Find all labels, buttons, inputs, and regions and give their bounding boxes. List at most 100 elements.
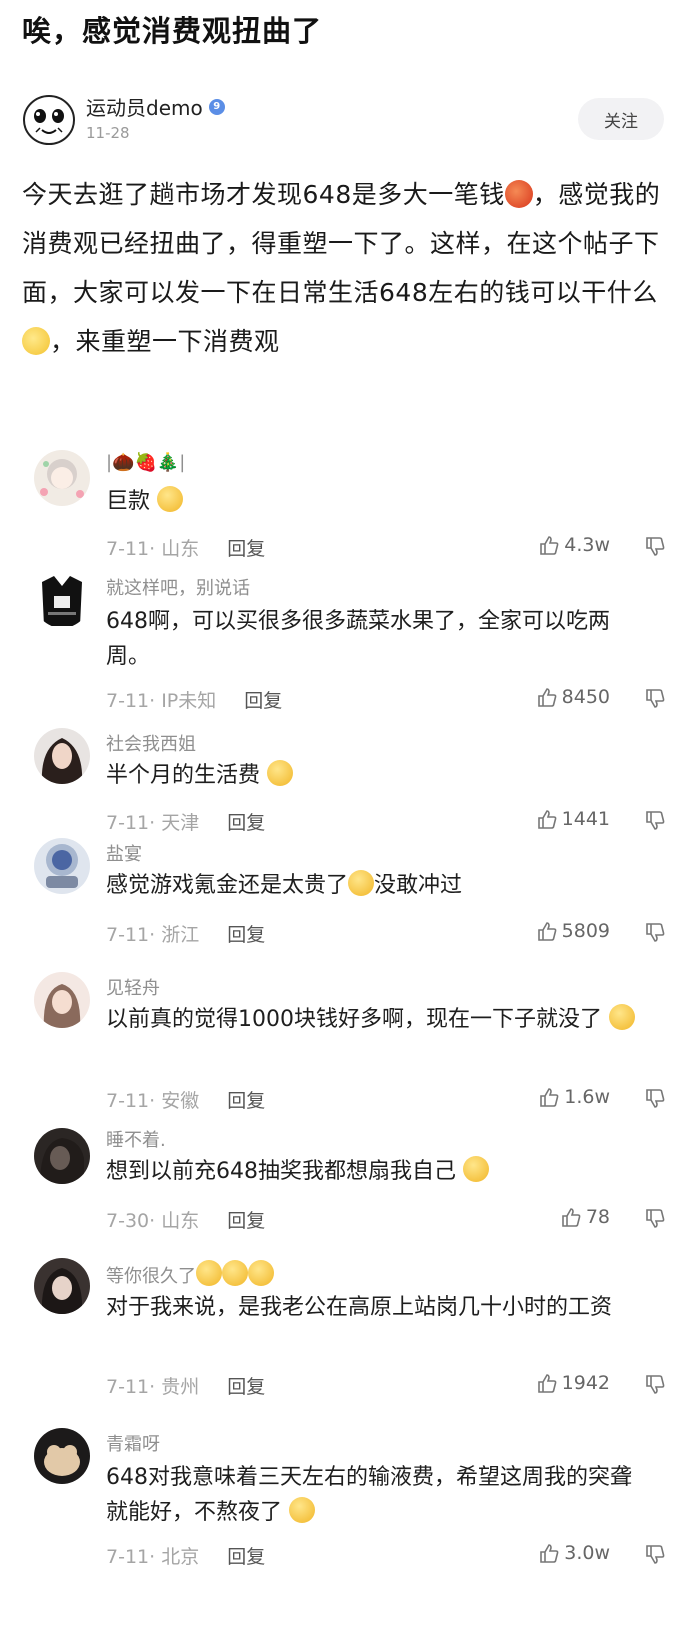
comment-meta: 7-11· 天津 回复 — [106, 808, 265, 835]
smiling-hearts-emoji-icon — [196, 1260, 222, 1286]
commenter-name[interactable]: 就这样吧，别说话 — [106, 574, 250, 600]
reply-button[interactable]: 回复 — [227, 1546, 265, 1568]
comment-date-location: 7-11· 贵州 — [106, 1376, 200, 1398]
post-body-text-1: 今天去逛了趟市场才发现648是多大一笔钱 — [22, 180, 505, 209]
commenter-name[interactable]: 青霜呀 — [106, 1430, 160, 1456]
like-button[interactable]: 1441 — [536, 808, 610, 830]
comment-text: 以前真的觉得1000块钱好多啊，现在一下子就没了 — [106, 1002, 646, 1037]
comment-date-location: 7-11· 浙江 — [106, 924, 200, 946]
thumbs-up-icon — [537, 1374, 557, 1393]
smiling-hearts-emoji-icon — [248, 1260, 274, 1286]
post-title: 唉，感觉消费观扭曲了 — [22, 14, 323, 48]
comment-meta: 7-11· 安徽 回复 — [106, 1086, 265, 1113]
like-button[interactable]: 1942 — [536, 1372, 610, 1394]
post-body: 今天去逛了趟市场才发现648是多大一笔钱 ，感觉我的消费观已经扭曲了，得重塑一下了… — [22, 170, 662, 366]
comment-meta: 7-11· 山东 回复 — [106, 534, 265, 561]
commenter-avatar[interactable] — [34, 450, 90, 506]
comment-date-location: 7-11· 北京 — [106, 1546, 200, 1568]
like-count: 1942 — [561, 1372, 610, 1394]
comment-text: 对于我来说，是我老公在高原上站岗几十小时的工资 — [106, 1290, 646, 1325]
comment-text-content: 感觉游戏氪金还是太贵了 — [106, 873, 349, 898]
comment-text: 感觉游戏氪金还是太贵了 没敢冲过 — [106, 868, 646, 903]
like-button[interactable]: 3.0w — [538, 1542, 610, 1564]
thumbs-up-icon — [540, 1088, 559, 1107]
post-body-text-3: ，来重塑一下消费观 — [50, 327, 280, 356]
reply-button[interactable]: 回复 — [227, 812, 265, 834]
commenter-name[interactable]: 见轻舟 — [106, 974, 160, 1000]
thumbs-up-icon — [562, 1208, 581, 1227]
post-date: 11-28 — [86, 124, 130, 142]
comment-meta: 7-30· 山东 回复 — [106, 1206, 265, 1233]
author-bar: 运动员demo 9 11-28 关注 — [22, 90, 672, 150]
money-eyes-emoji-icon — [348, 870, 375, 896]
commenter-name[interactable]: 社会我西姐 — [106, 730, 196, 756]
like-count: 4.3w — [564, 534, 610, 556]
comment-text: 648啊，可以买很多很多蔬菜水果了，全家可以吃两周。 — [106, 604, 646, 674]
comment-text-content: 对于我来说，是我老公在高原上站岗几十小时的工资 — [106, 1295, 613, 1320]
like-count: 5809 — [561, 920, 610, 942]
commenter-avatar[interactable] — [34, 1128, 90, 1184]
comment-text-content: 巨款 — [106, 489, 151, 514]
reply-button[interactable]: 回复 — [244, 690, 282, 712]
like-button[interactable]: 78 — [560, 1206, 610, 1228]
follow-button[interactable]: 关注 — [578, 98, 664, 140]
commenter-name[interactable]: 盐宴 — [106, 840, 142, 866]
thumbs-down-icon[interactable] — [644, 688, 666, 710]
comment-date-location: 7-11· 山东 — [106, 538, 200, 560]
like-button[interactable]: 5809 — [536, 920, 610, 942]
thumbs-down-icon[interactable] — [644, 536, 666, 558]
reply-button[interactable]: 回复 — [227, 538, 265, 560]
comment-meta: 7-11· 浙江 回复 — [106, 920, 265, 947]
reply-button[interactable]: 回复 — [227, 1090, 265, 1112]
thumbs-down-icon[interactable] — [644, 1088, 666, 1110]
comment-meta: 7-11· 北京 回复 — [106, 1542, 265, 1569]
comment-text: 648对我意味着三天左右的输液费，希望这周我的突聋就能好，不熬夜了 — [106, 1460, 646, 1530]
like-count: 8450 — [561, 686, 610, 708]
like-count: 1.6w — [564, 1086, 610, 1108]
author-name[interactable]: 运动员demo — [86, 92, 203, 121]
comment-date-location: 7-30· 山东 — [106, 1210, 200, 1232]
commenter-name[interactable]: 等你很久了 — [106, 1260, 274, 1288]
commenter-avatar[interactable] — [34, 838, 90, 894]
author-name-row[interactable]: 运动员demo 9 — [86, 92, 225, 121]
like-button[interactable]: 8450 — [536, 686, 610, 708]
commenter-avatar[interactable] — [34, 728, 90, 784]
angry-face-icon — [504, 180, 533, 208]
comment-text-content: 半个月的生活费 — [106, 763, 261, 788]
comment-date-location: 7-11· 天津 — [106, 812, 200, 834]
laugh-cry-emoji-icon — [157, 486, 184, 512]
thumbs-up-icon — [540, 1544, 559, 1563]
commenter-avatar[interactable] — [34, 572, 90, 628]
grin-sweat-emoji-icon — [267, 760, 294, 786]
thumbs-up-icon — [537, 922, 557, 941]
comment-text: 半个月的生活费 — [106, 758, 646, 793]
comment-text: 想到以前充648抽奖我都想扇我自己 — [106, 1154, 646, 1189]
author-avatar[interactable] — [22, 92, 76, 146]
like-button[interactable]: 4.3w — [538, 534, 610, 556]
comment-text-content: 648对我意味着三天左右的输液费，希望这周我的突聋就能好，不熬夜了 — [106, 1465, 632, 1525]
thumbs-up-icon — [537, 688, 557, 707]
verified-badge-icon: 9 — [208, 98, 225, 115]
commenter-name[interactable]: 睡不着. — [106, 1126, 166, 1152]
thumbs-down-icon[interactable] — [644, 810, 666, 832]
commenter-avatar[interactable] — [34, 972, 90, 1028]
thumbs-down-icon[interactable] — [644, 1374, 666, 1396]
commenter-avatar[interactable] — [34, 1258, 90, 1314]
reply-button[interactable]: 回复 — [227, 1376, 265, 1398]
like-count: 3.0w — [564, 1542, 610, 1564]
comment-meta: 7-11· IP未知 回复 — [106, 686, 282, 713]
crying-emoji-icon — [289, 1497, 316, 1523]
smiling-hearts-emoji-icon — [222, 1260, 248, 1286]
thumbs-down-icon[interactable] — [644, 1208, 666, 1230]
like-count: 78 — [585, 1206, 610, 1228]
thumbs-up-icon — [540, 536, 559, 555]
commenter-avatar[interactable] — [34, 1428, 90, 1484]
reply-button[interactable]: 回复 — [227, 1210, 265, 1232]
reply-button[interactable]: 回复 — [227, 924, 265, 946]
thumbs-down-icon[interactable] — [644, 1544, 666, 1566]
comment-date-location: 7-11· IP未知 — [106, 690, 217, 712]
laugh-cry-emoji-icon — [609, 1004, 635, 1030]
like-button[interactable]: 1.6w — [538, 1086, 610, 1108]
commenter-name[interactable]: |🌰🍓🎄| — [106, 452, 185, 473]
thumbs-down-icon[interactable] — [644, 922, 666, 944]
